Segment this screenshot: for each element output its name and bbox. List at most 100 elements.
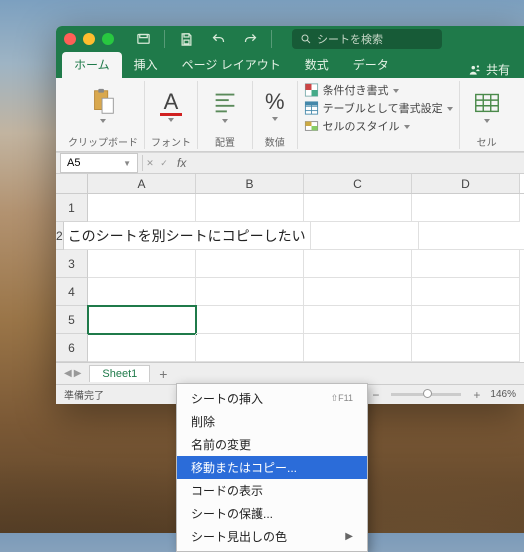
cell[interactable]: [412, 278, 520, 306]
select-all-corner[interactable]: [56, 174, 88, 193]
menu-protect-sheet[interactable]: シートの保護...: [177, 502, 367, 525]
group-font: A フォント: [145, 81, 198, 149]
cell-a5-selected[interactable]: [88, 306, 196, 334]
zoom-out-button[interactable]: −: [368, 388, 383, 402]
menu-tab-color[interactable]: シート見出しの色 ▶: [177, 525, 367, 548]
excel-window: シートを検索 ホーム 挿入 ページ レイアウト 数式 データ 共有 クリップボー…: [56, 26, 524, 404]
autosave-toggle[interactable]: [128, 29, 158, 49]
alignment-button[interactable]: [204, 85, 246, 125]
status-ready: 準備完了: [64, 387, 104, 402]
menu-move-or-copy[interactable]: 移動またはコピー...: [177, 456, 367, 479]
formula-bar: A5 ▼ ✕ ✓ fx: [56, 152, 524, 174]
group-cells-label: セル: [477, 133, 497, 149]
group-cells: セル: [460, 81, 514, 149]
cell[interactable]: [196, 306, 304, 334]
column-header[interactable]: D: [412, 174, 520, 193]
group-clipboard: クリップボード: [62, 81, 145, 149]
enter-formula-button[interactable]: ✓: [157, 158, 171, 169]
cell[interactable]: [304, 306, 412, 334]
window-controls: [64, 33, 114, 45]
redo-button[interactable]: [235, 29, 265, 49]
menu-insert-sheet[interactable]: シートの挿入 ⇧F11: [177, 387, 367, 410]
close-window-button[interactable]: [64, 33, 76, 45]
cell[interactable]: [412, 334, 520, 362]
format-as-table-button[interactable]: テーブルとして書式設定: [304, 99, 453, 117]
zoom-slider[interactable]: [391, 393, 461, 396]
group-number-label: 数値: [265, 133, 285, 149]
cell[interactable]: [304, 334, 412, 362]
cell[interactable]: [311, 222, 419, 250]
cell-a2[interactable]: このシートを別シートにコピーしたい: [64, 222, 311, 250]
undo-button[interactable]: [203, 29, 233, 49]
group-clipboard-label: クリップボード: [68, 133, 138, 149]
paste-button[interactable]: [82, 85, 124, 125]
sheet-nav-prev[interactable]: ◀: [64, 368, 72, 379]
search-box[interactable]: シートを検索: [292, 29, 442, 49]
add-sheet-button[interactable]: +: [154, 365, 172, 383]
worksheet-grid[interactable]: A B C D 1 2このシートを別シートにコピーしたい 3 4 5 6: [56, 174, 524, 362]
cells-button[interactable]: [466, 85, 508, 125]
percent-icon: %: [265, 89, 285, 115]
name-box[interactable]: A5 ▼: [60, 153, 138, 173]
tab-page-layout[interactable]: ページ レイアウト: [170, 52, 293, 78]
cells-icon: [472, 87, 502, 117]
zoom-window-button[interactable]: [102, 33, 114, 45]
cell[interactable]: [304, 250, 412, 278]
sheet-tab-sheet1[interactable]: Sheet1: [89, 365, 150, 382]
tab-data[interactable]: データ: [341, 52, 401, 78]
tab-formulas[interactable]: 数式: [293, 52, 341, 78]
tab-insert[interactable]: 挿入: [122, 52, 170, 78]
cell[interactable]: [196, 334, 304, 362]
cell[interactable]: [304, 194, 412, 222]
ribbon: クリップボード A フォント 配置: [56, 78, 524, 152]
cell[interactable]: [196, 194, 304, 222]
row-header[interactable]: 1: [56, 194, 88, 222]
number-format-button[interactable]: %: [259, 87, 291, 123]
cell[interactable]: [412, 306, 520, 334]
column-header[interactable]: C: [304, 174, 412, 193]
search-placeholder: シートを検索: [317, 31, 383, 47]
share-button[interactable]: 共有: [460, 61, 518, 78]
font-button[interactable]: A: [154, 87, 188, 124]
cell[interactable]: [196, 278, 304, 306]
menu-view-code[interactable]: コードの表示: [177, 479, 367, 502]
row-header[interactable]: 2: [56, 222, 64, 250]
tab-home[interactable]: ホーム: [62, 52, 122, 78]
group-alignment-label: 配置: [215, 133, 235, 149]
paste-icon: [88, 87, 118, 117]
sheet-context-menu: シートの挿入 ⇧F11 削除 名前の変更 移動またはコピー... コードの表示 …: [176, 383, 368, 552]
save-button[interactable]: [171, 29, 201, 49]
conditional-formatting-icon: [304, 83, 319, 97]
menu-rename[interactable]: 名前の変更: [177, 433, 367, 456]
row-header[interactable]: 4: [56, 278, 88, 306]
column-header[interactable]: B: [196, 174, 304, 193]
table-icon: [304, 101, 319, 115]
cell[interactable]: [196, 250, 304, 278]
menu-delete[interactable]: 削除: [177, 410, 367, 433]
search-icon: [300, 33, 312, 45]
cancel-formula-button[interactable]: ✕: [143, 158, 157, 169]
cell[interactable]: [419, 222, 524, 250]
cell[interactable]: [88, 250, 196, 278]
cell[interactable]: [88, 334, 196, 362]
group-styles: 条件付き書式 テーブルとして書式設定 セルのスタイル: [298, 81, 460, 149]
title-bar: シートを検索: [56, 26, 524, 52]
conditional-formatting-button[interactable]: 条件付き書式: [304, 81, 453, 99]
row-header[interactable]: 3: [56, 250, 88, 278]
zoom-percentage[interactable]: 146%: [490, 389, 516, 400]
fx-label[interactable]: fx: [171, 156, 186, 170]
cell[interactable]: [88, 278, 196, 306]
cell[interactable]: [412, 250, 520, 278]
cell-styles-button[interactable]: セルのスタイル: [304, 117, 453, 135]
share-icon: [468, 63, 482, 77]
minimize-window-button[interactable]: [83, 33, 95, 45]
column-header[interactable]: A: [88, 174, 196, 193]
cell[interactable]: [304, 278, 412, 306]
row-header[interactable]: 5: [56, 306, 88, 334]
cell[interactable]: [88, 194, 196, 222]
row-header[interactable]: 6: [56, 334, 88, 362]
group-number: % 数値: [253, 81, 298, 149]
cell[interactable]: [412, 194, 520, 222]
sheet-nav-next[interactable]: ▶: [74, 368, 82, 379]
zoom-in-button[interactable]: +: [469, 388, 484, 402]
